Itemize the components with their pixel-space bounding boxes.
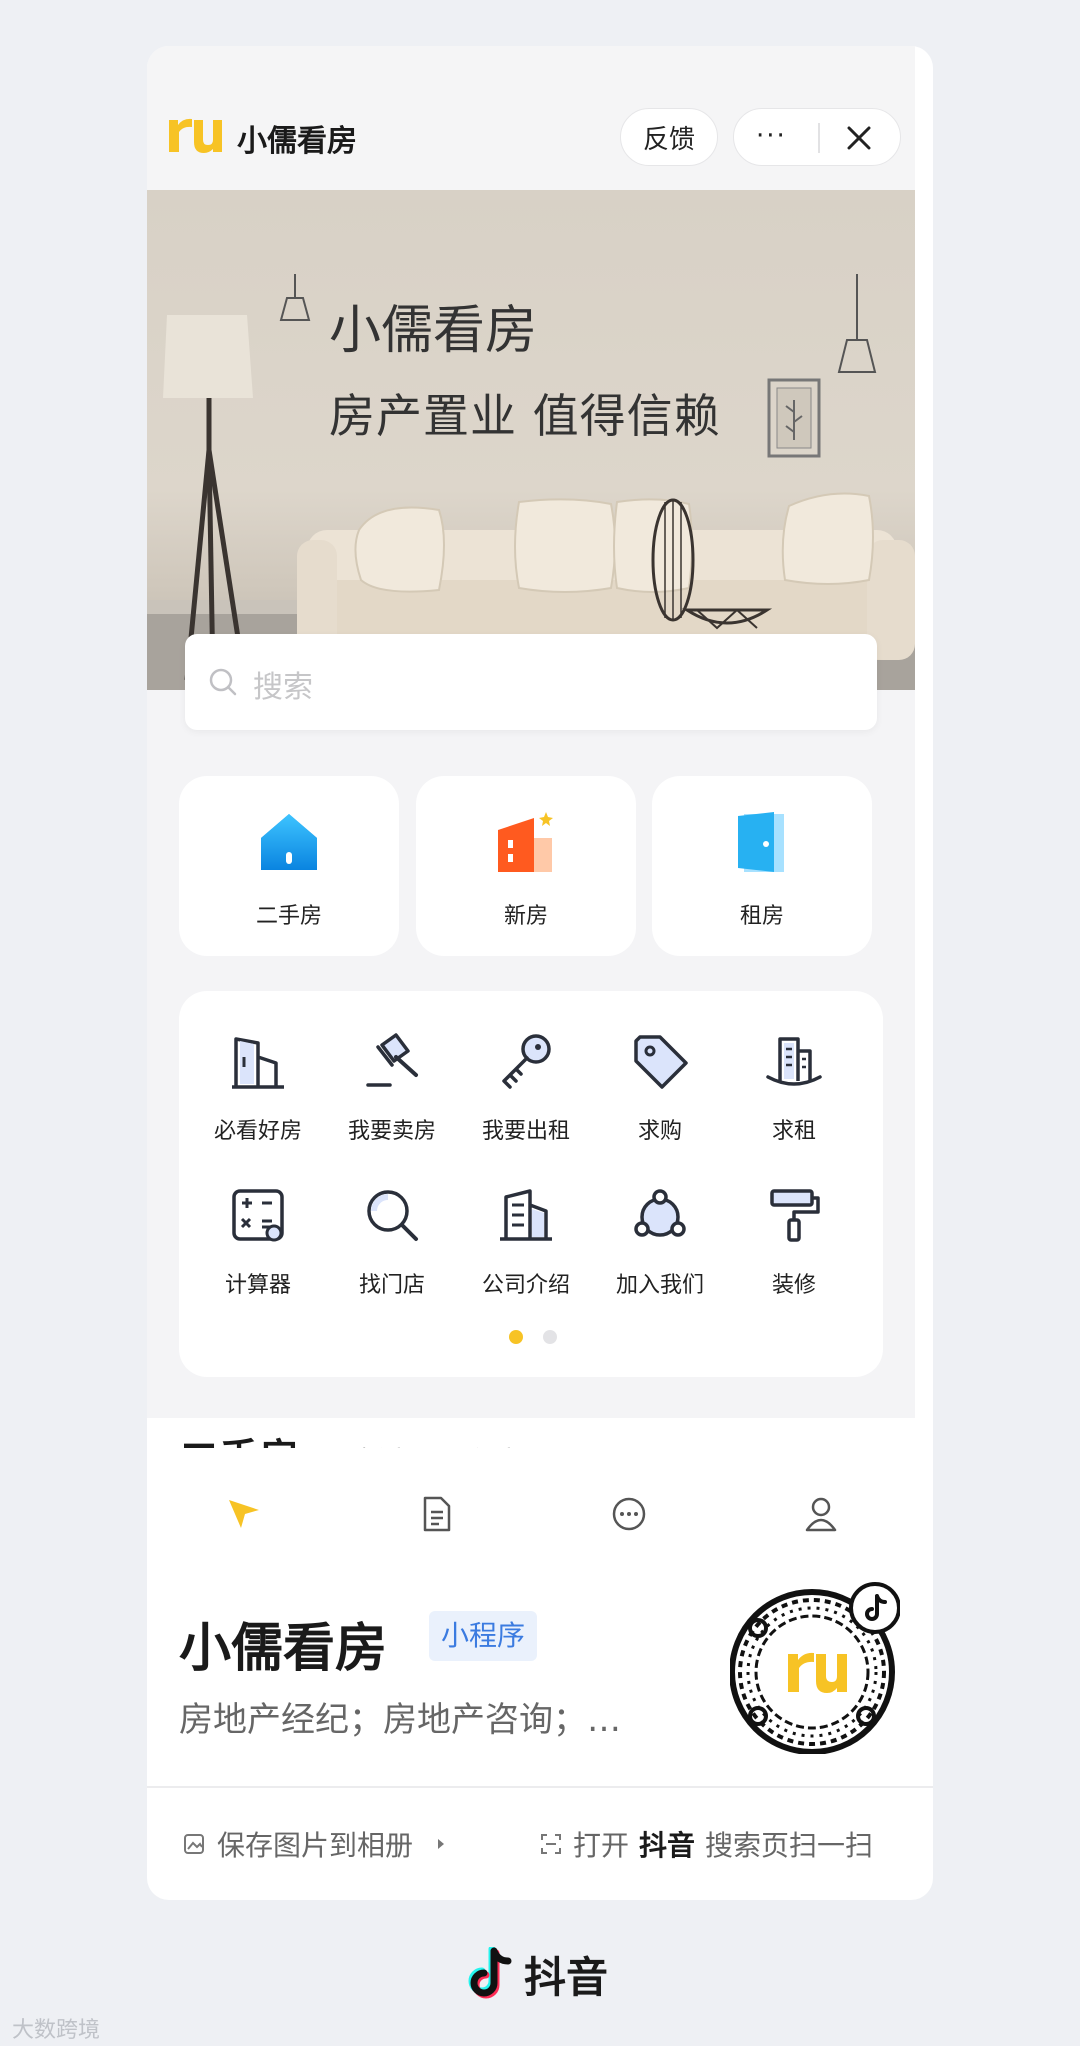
save-image-label: 保存图片到相册 [217, 1829, 414, 1862]
more-button[interactable]: ··· [756, 123, 787, 149]
banner-title: 小儒看房 [329, 301, 538, 361]
tag-icon [634, 1035, 688, 1089]
pagination-dot-active[interactable] [509, 1330, 523, 1344]
grid-item-label: 我要卖房 [347, 1119, 436, 1144]
grid-item-label: 计算器 [224, 1273, 291, 1298]
feedback-button[interactable]: 反馈 [620, 108, 718, 166]
capsule-divider [818, 123, 820, 153]
grid-item-label: 求购 [637, 1119, 682, 1144]
divider [147, 1786, 933, 1788]
app-logo [169, 118, 222, 153]
open-suffix: 搜索页扫一扫 [705, 1829, 874, 1862]
message-icon[interactable] [609, 1494, 649, 1534]
hero-banner[interactable]: 小儒看房 房产置业 值得信赖 [147, 190, 915, 690]
pagination-dot[interactable] [543, 1330, 557, 1344]
calculator-icon [232, 1189, 284, 1242]
miniprogram-description: 房地产经纪；房地产咨询；… [179, 1700, 621, 1740]
banner-subtitle: 房产置业 值得信赖 [329, 389, 721, 443]
building-icon [498, 812, 553, 872]
tab-new[interactable]: 新房 [357, 1440, 413, 1448]
grid-item-seek-rent[interactable]: 求租 [727, 1031, 861, 1151]
miniprogram-title: 小儒看房 [179, 1619, 388, 1679]
grid-item-calculator[interactable]: 计算器 [191, 1185, 325, 1305]
grid-item-company[interactable]: 公司介绍 [459, 1185, 593, 1305]
category-rent[interactable]: 租房 [652, 776, 872, 956]
profile-icon[interactable] [801, 1494, 841, 1534]
tower-icon [766, 1037, 822, 1086]
miniprogram-badge: 小程序 [429, 1611, 538, 1661]
grid-item-label: 我要出租 [481, 1119, 570, 1144]
search-placeholder: 搜索 [253, 670, 313, 705]
douyin-brand: 抖音 [524, 1953, 609, 2002]
grid-item-label: 找门店 [358, 1273, 425, 1298]
share-card: 小儒看房 反馈 ··· 小儒看房 房产置业 值得信赖 搜索 二手房 新房 租房 … [147, 46, 933, 1900]
grid-item-label: 加入我们 [615, 1273, 704, 1298]
close-icon[interactable] [844, 123, 874, 153]
home-icon[interactable] [225, 1494, 265, 1534]
search-icon [367, 1190, 418, 1241]
app-name: 小儒看房 [237, 124, 357, 159]
grid-item-label: 装修 [771, 1273, 816, 1298]
key-icon [502, 1034, 551, 1089]
search-input[interactable]: 搜索 [185, 634, 877, 730]
paint-roller-icon [770, 1189, 820, 1242]
douyin-logo-icon [468, 1946, 512, 1998]
grid-item-find-store[interactable]: 找门店 [325, 1185, 459, 1305]
grid-item-decoration[interactable]: 装修 [727, 1185, 861, 1305]
category-new[interactable]: 新房 [416, 776, 636, 956]
scan-icon [541, 1834, 561, 1854]
grid-item-label: 公司介绍 [481, 1273, 570, 1298]
listing-tabs: 二手房 新房 租房 [147, 1418, 915, 1448]
search-icon [209, 668, 237, 696]
save-image-button[interactable]: 保存图片到相册 [183, 1824, 449, 1864]
capsule-menu: ··· [733, 108, 901, 166]
tab-secondhand[interactable]: 二手房 [179, 1426, 299, 1448]
document-icon[interactable] [417, 1494, 457, 1534]
tab-rent[interactable]: 租房 [467, 1440, 523, 1448]
douyin-footer: 抖音 [466, 1944, 608, 2005]
image-icon [184, 1834, 204, 1854]
feature-grid: 必看好房 我要卖房 我要出租 求购 求租 计算器 找门店 公司介绍 加入我们 装… [179, 991, 883, 1377]
category-label: 新房 [503, 904, 548, 929]
open-douyin-hint: 打开 抖音 搜索页扫一扫 [539, 1824, 873, 1864]
house-icon [261, 814, 317, 870]
grid-item-rent-out[interactable]: 我要出租 [459, 1031, 593, 1151]
grid-item-label: 必看好房 [213, 1119, 302, 1144]
category-secondhand[interactable]: 二手房 [179, 776, 399, 956]
grid-item-join[interactable]: 加入我们 [593, 1185, 727, 1305]
header: 小儒看房 反馈 ··· [147, 46, 915, 190]
open-app-name: 抖音 [639, 1829, 696, 1862]
grid-item-buy[interactable]: 求购 [593, 1031, 727, 1151]
bottom-nav [147, 1494, 933, 1554]
category-label: 二手房 [255, 904, 322, 929]
gavel-icon [366, 1033, 418, 1087]
open-prefix: 打开 [573, 1829, 630, 1862]
qr-code [730, 1582, 900, 1754]
watermark: 大数跨境 [12, 2018, 101, 2043]
grid-item-sell[interactable]: 我要卖房 [325, 1031, 459, 1151]
category-label: 租房 [739, 904, 784, 929]
door-icon [738, 812, 784, 872]
buildings-icon [232, 1037, 284, 1089]
miniprogram-screenshot: 小儒看房 反馈 ··· 小儒看房 房产置业 值得信赖 搜索 二手房 新房 租房 … [147, 46, 915, 1448]
chevron-right-icon [438, 1839, 445, 1849]
grid-item-recommended[interactable]: 必看好房 [191, 1031, 325, 1151]
company-icon [500, 1189, 552, 1241]
team-icon [634, 1189, 686, 1237]
grid-item-label: 求租 [771, 1119, 816, 1144]
